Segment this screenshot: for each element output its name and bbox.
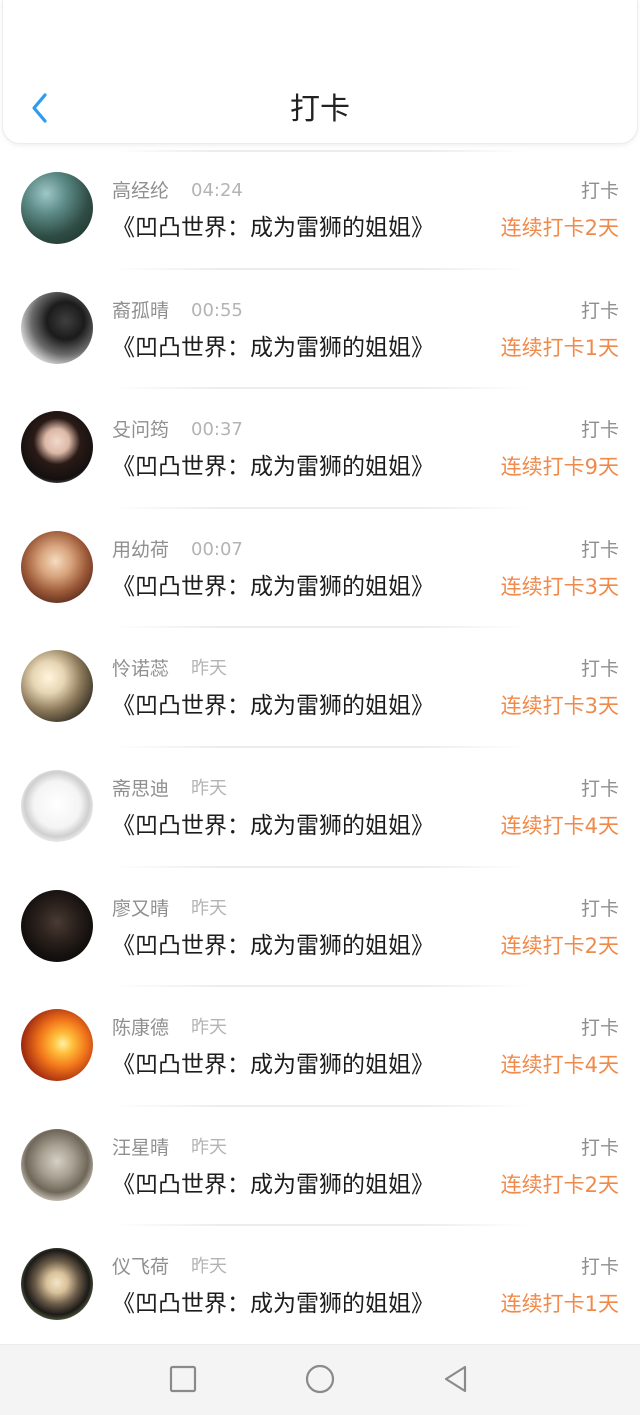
- checkin-time: 00:37: [191, 419, 243, 441]
- checkin-time: 昨天: [191, 1256, 227, 1278]
- book-title[interactable]: 《凹凸世界：成为雷狮的姐姐》: [112, 210, 492, 246]
- system-navigation-bar: [0, 1344, 640, 1415]
- checkin-label: 打卡: [580, 299, 619, 322]
- checkin-time: 00:07: [191, 538, 243, 560]
- book-title[interactable]: 《凹凸世界：成为雷狮的姐姐》: [112, 449, 492, 485]
- avatar-photo: [21, 1129, 93, 1201]
- checkin-row[interactable]: 高经纶 04:24 《凹凸世界：成为雷狮的姐姐》 打卡连续打卡2天: [0, 150, 640, 270]
- avatar[interactable]: [21, 411, 93, 484]
- user-name[interactable]: 高经纶: [112, 176, 169, 206]
- checkin-row[interactable]: 用幼荷 00:07 《凹凸世界：成为雷狮的姐姐》 打卡连续打卡3天: [0, 509, 640, 629]
- checkin-label: 打卡: [580, 1136, 619, 1159]
- checkin-time: 昨天: [191, 1136, 227, 1158]
- book-title[interactable]: 《凹凸世界：成为雷狮的姐姐》: [112, 808, 492, 844]
- avatar[interactable]: [21, 1248, 93, 1321]
- avatar[interactable]: [21, 650, 93, 723]
- user-name[interactable]: 仪飞荷: [112, 1252, 169, 1282]
- system-back-button[interactable]: [436, 1361, 476, 1401]
- book-title[interactable]: 《凹凸世界：成为雷狮的姐姐》: [112, 330, 492, 366]
- avatar[interactable]: [21, 291, 93, 364]
- triangle-back-icon: [441, 1364, 471, 1398]
- checkin-label: 打卡: [580, 419, 619, 442]
- checkin-row[interactable]: 仪飞荷 昨天《凹凸世界：成为雷狮的姐姐》 打卡连续打卡1天: [0, 1226, 640, 1344]
- book-title[interactable]: 《凹凸世界：成为雷狮的姐姐》: [112, 1047, 492, 1083]
- book-title[interactable]: 《凹凸世界：成为雷狮的姐姐》: [112, 688, 492, 724]
- checkin-time: 昨天: [191, 1017, 227, 1039]
- checkin-time: 昨天: [191, 658, 227, 680]
- checkin-row[interactable]: 怜诺蕊 昨天《凹凸世界：成为雷狮的姐姐》 打卡连续打卡3天: [0, 628, 640, 748]
- streak-count: 连续打卡1天: [500, 1292, 619, 1317]
- streak-count: 连续打卡4天: [500, 1053, 619, 1078]
- avatar-photo: [21, 770, 93, 842]
- checkin-label: 打卡: [580, 180, 619, 202]
- avatar-photo: [21, 1248, 93, 1320]
- book-title[interactable]: 《凹凸世界：成为雷狮的姐姐》: [112, 1167, 492, 1203]
- book-title[interactable]: 《凹凸世界：成为雷狮的姐姐》: [112, 928, 492, 964]
- streak-count: 连续打卡3天: [500, 694, 619, 719]
- checkin-label: 打卡: [580, 1017, 619, 1040]
- streak-count: 连续打卡2天: [500, 216, 619, 240]
- checkin-row[interactable]: 殳问筠 00:37 《凹凸世界：成为雷狮的姐姐》 打卡连续打卡9天: [0, 389, 640, 509]
- square-icon: [169, 1365, 197, 1397]
- checkin-label: 打卡: [580, 1256, 619, 1279]
- avatar[interactable]: [21, 889, 93, 962]
- user-name[interactable]: 裔孤晴: [112, 296, 169, 326]
- avatar-photo: [21, 650, 93, 722]
- page-title: 打卡: [290, 92, 350, 127]
- user-name[interactable]: 廖又晴: [112, 894, 169, 924]
- user-name[interactable]: 陈康德: [112, 1013, 169, 1043]
- user-name[interactable]: 汪星晴: [112, 1133, 169, 1163]
- avatar[interactable]: [21, 172, 93, 244]
- streak-count: 连续打卡1天: [500, 335, 619, 360]
- avatar[interactable]: [21, 1128, 93, 1201]
- avatar-photo: [21, 292, 93, 364]
- user-name[interactable]: 斋思迪: [112, 774, 169, 804]
- avatar[interactable]: [21, 530, 93, 603]
- user-name[interactable]: 用幼荷: [112, 535, 169, 565]
- checkin-row[interactable]: 裔孤晴 00:55 《凹凸世界：成为雷狮的姐姐》 打卡连续打卡1天: [0, 270, 640, 390]
- book-title[interactable]: 《凹凸世界：成为雷狮的姐姐》: [112, 1286, 492, 1322]
- streak-count: 连续打卡9天: [500, 455, 619, 480]
- avatar-photo: [21, 531, 93, 603]
- streak-count: 连续打卡3天: [500, 574, 619, 599]
- checkin-time: 昨天: [191, 778, 227, 799]
- checkin-label: 打卡: [580, 897, 619, 920]
- avatar-photo: [21, 411, 93, 483]
- avatar-photo: [21, 890, 93, 962]
- checkin-list: 高经纶 04:24 《凹凸世界：成为雷狮的姐姐》 打卡 连续打卡2天 裔孤晴 00:55 《凹…: [0, 150, 640, 1344]
- circle-icon: [305, 1364, 335, 1398]
- avatar-photo: [21, 172, 93, 244]
- checkin-time: 00:55: [191, 299, 243, 321]
- checkin-row[interactable]: 廖又晴 昨天《凹凸世界：成为雷狮的姐姐》 打卡连续打卡2天: [0, 868, 640, 988]
- checkin-row[interactable]: 斋思迪 昨天《凹凸世界：成为雷狮的姐姐》 打卡连续打卡4天: [0, 748, 640, 868]
- checkin-screen: 打卡 高经纶 04:24 《凹凸世界：成为雷狮的姐姐》 打卡 连续打卡2天 裔孤晴 00:5…: [0, 0, 640, 1415]
- top-header: 打卡: [2, 0, 638, 144]
- streak-count: 连续打卡4天: [500, 814, 619, 838]
- user-name[interactable]: 殳问筠: [112, 415, 169, 445]
- user-name[interactable]: 怜诺蕊: [112, 654, 169, 684]
- checkin-label: 打卡: [580, 658, 619, 681]
- checkin-time: 昨天: [191, 897, 227, 919]
- checkin-row[interactable]: 汪星晴 昨天《凹凸世界：成为雷狮的姐姐》 打卡连续打卡2天: [0, 1107, 640, 1227]
- checkin-label: 打卡: [580, 538, 619, 561]
- checkin-row[interactable]: 陈康德 昨天《凹凸世界：成为雷狮的姐姐》 打卡连续打卡4天: [0, 987, 640, 1107]
- checkin-time: 04:24: [191, 180, 243, 201]
- avatar[interactable]: [21, 770, 93, 842]
- avatar-photo: [21, 1009, 93, 1081]
- book-title[interactable]: 《凹凸世界：成为雷狮的姐姐》: [112, 569, 492, 605]
- recent-apps-button[interactable]: [163, 1361, 203, 1401]
- checkin-label: 打卡: [580, 778, 619, 800]
- avatar[interactable]: [21, 1009, 93, 1082]
- streak-count: 连续打卡2天: [500, 933, 619, 958]
- home-button[interactable]: [300, 1361, 340, 1401]
- streak-count: 连续打卡2天: [500, 1172, 619, 1197]
